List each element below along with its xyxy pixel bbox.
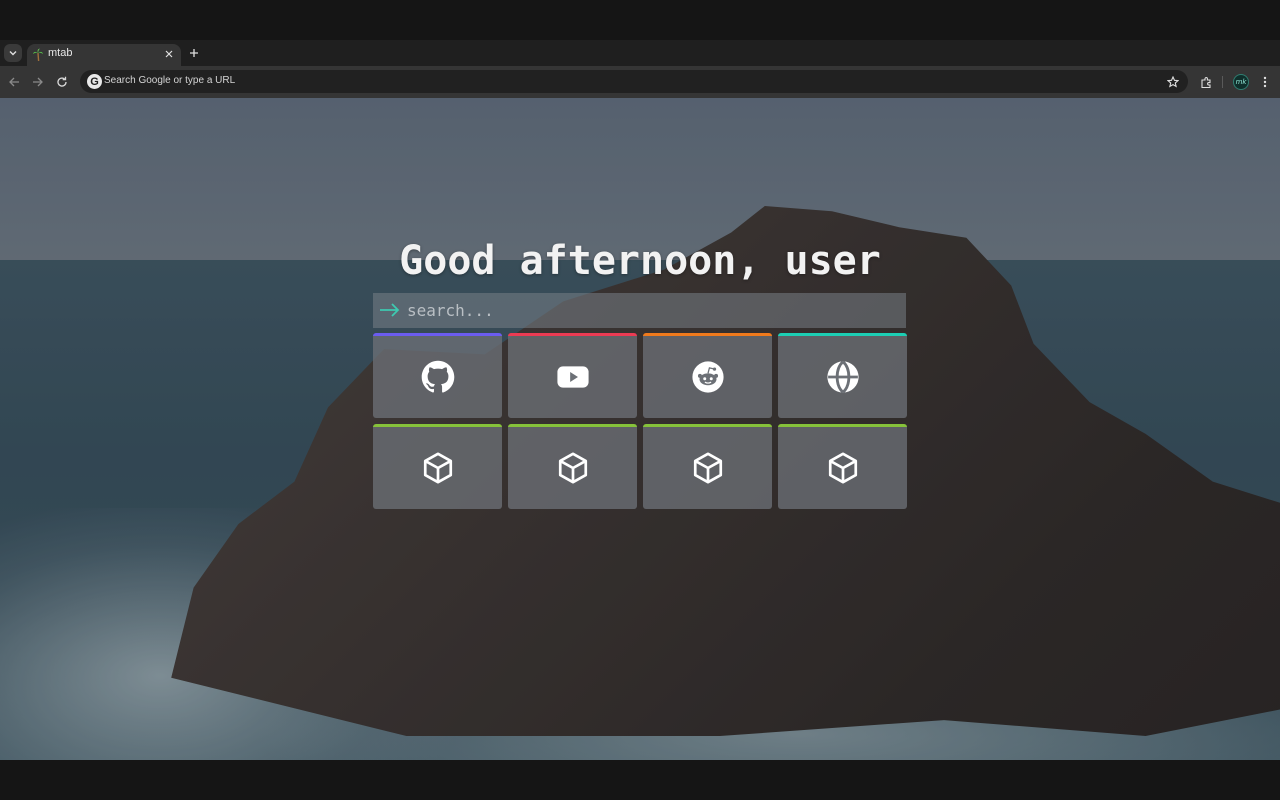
profile-avatar[interactable]: mk [1233, 74, 1249, 90]
tab-title: mtab [48, 47, 73, 59]
more-vertical-icon [1263, 76, 1267, 88]
chevron-down-icon [9, 51, 17, 56]
forward-button[interactable] [30, 74, 46, 90]
arrow-left-icon [9, 77, 19, 87]
browser-toolbar: G Search Google or type a URL mk [0, 66, 1280, 98]
tab-search-button[interactable] [4, 44, 22, 62]
google-icon: G [87, 74, 102, 89]
puzzle-icon [1200, 76, 1211, 88]
search-bar[interactable] [373, 293, 906, 328]
browser-tab[interactable]: mtab [27, 44, 181, 66]
bookmark-tile-globe[interactable] [778, 333, 907, 418]
greeting-heading: Good afternoon, user [399, 238, 881, 284]
bookmark-tile-youtube[interactable] [508, 333, 637, 418]
search-input[interactable] [407, 293, 887, 328]
address-bar[interactable]: G Search Google or type a URL [80, 70, 1188, 93]
cube-icon [828, 452, 857, 484]
search-arrow-path [380, 303, 400, 317]
browser-menu-button[interactable] [1258, 74, 1272, 90]
reload-button[interactable] [54, 74, 70, 90]
bookmark-button[interactable] [1165, 74, 1180, 89]
arrow-right-icon [380, 303, 400, 317]
reddit-icon [691, 361, 724, 393]
address-bar-placeholder: Search Google or type a URL [104, 75, 236, 86]
screen: mtab G Search Google or type a URL mk Go… [0, 0, 1280, 800]
tab-close-button[interactable] [163, 48, 175, 60]
star-icon [1166, 75, 1179, 88]
arrow-right-icon [33, 77, 43, 87]
bookmark-tile-reddit[interactable] [643, 333, 772, 418]
new-tab-button[interactable] [187, 46, 201, 60]
bookmark-tile-generic-1[interactable] [373, 424, 502, 509]
plus-icon [190, 49, 198, 57]
new-tab-page: Good afternoon, user [0, 98, 1280, 760]
bookmark-tile-github[interactable] [373, 333, 502, 418]
cube-icon [693, 452, 722, 484]
close-icon [165, 50, 173, 58]
toolbar-divider [1222, 76, 1223, 88]
reload-icon [57, 76, 67, 87]
bookmark-grid [373, 333, 907, 509]
bookmark-tile-generic-3[interactable] [643, 424, 772, 509]
back-button[interactable] [6, 74, 22, 90]
palm-tree-icon [33, 48, 43, 62]
globe-icon [826, 360, 859, 394]
github-icon [421, 360, 454, 393]
tab-strip: mtab [0, 40, 1280, 66]
bookmark-tile-generic-2[interactable] [508, 424, 637, 509]
extensions-button[interactable] [1198, 74, 1214, 90]
bookmark-tile-generic-4[interactable] [778, 424, 907, 509]
cube-icon [423, 452, 452, 484]
cube-icon [558, 452, 587, 484]
youtube-icon [556, 366, 589, 388]
